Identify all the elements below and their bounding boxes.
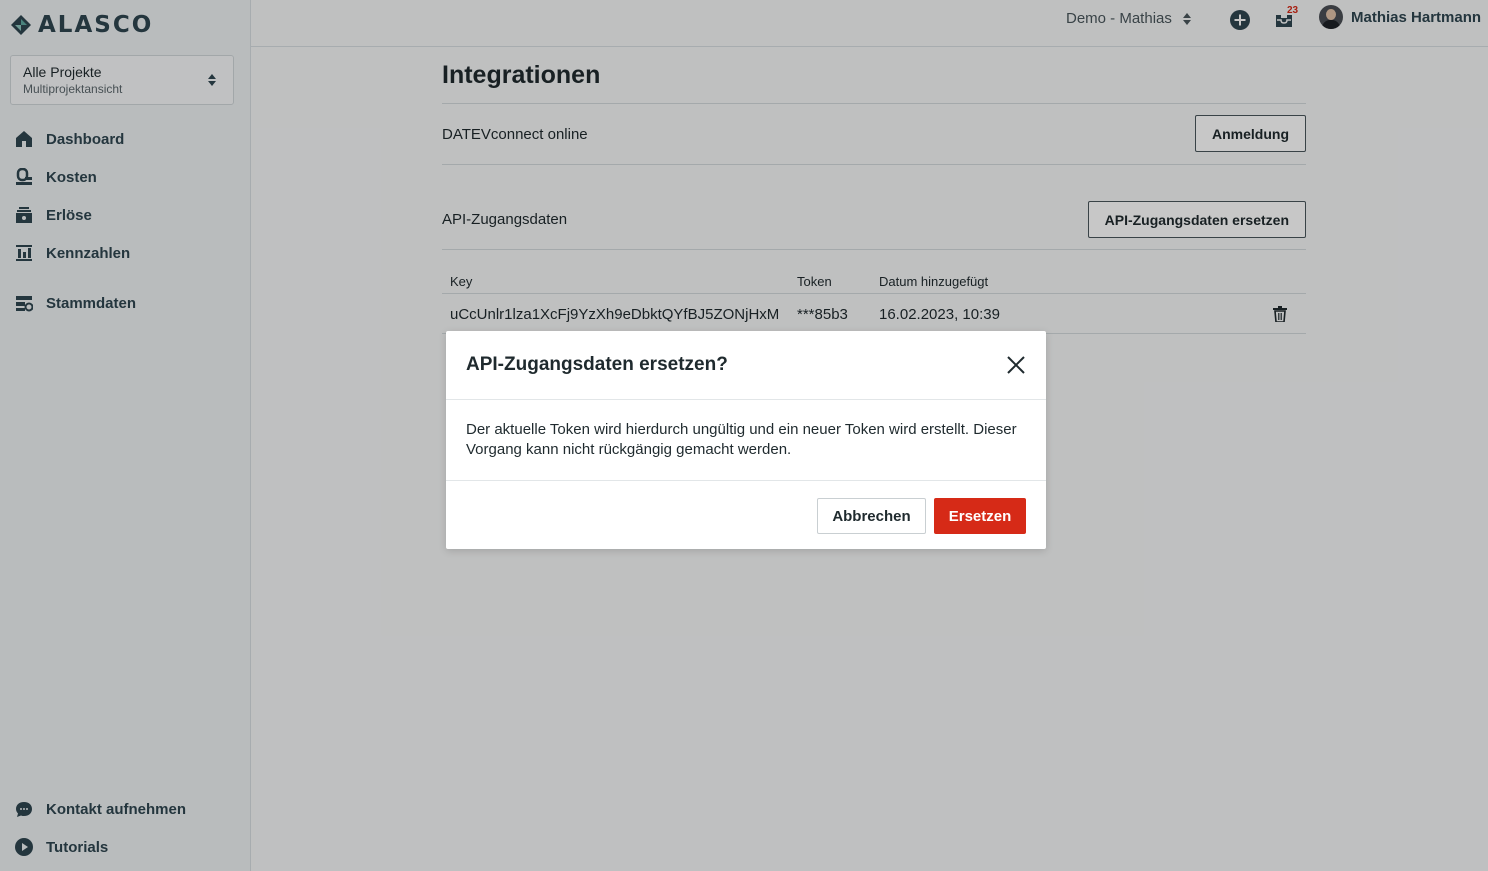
confirm-replace-button[interactable]: Ersetzen [934, 498, 1026, 534]
dialog-message: Der aktuelle Token wird hierdurch ungült… [446, 400, 1046, 481]
dialog-header: API-Zugangsdaten ersetzen? [446, 331, 1046, 400]
cancel-button[interactable]: Abbrechen [817, 498, 926, 534]
replace-credentials-dialog: API-Zugangsdaten ersetzen? Der aktuelle … [446, 331, 1046, 549]
close-icon[interactable] [1006, 355, 1026, 375]
dialog-title: API-Zugangsdaten ersetzen? [466, 354, 728, 375]
dialog-footer: Abbrechen Ersetzen [446, 481, 1046, 549]
